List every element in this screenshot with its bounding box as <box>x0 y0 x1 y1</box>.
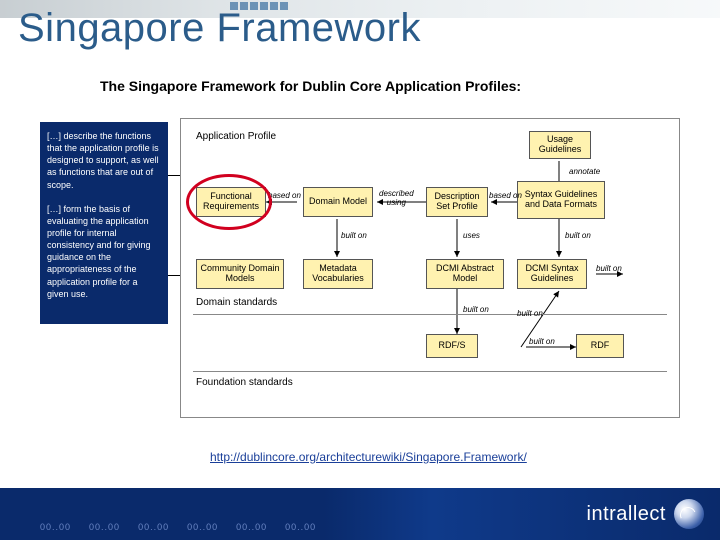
box-rdf: RDF <box>576 334 624 358</box>
rel-described-using: described using <box>379 189 414 207</box>
label-application-profile: Application Profile <box>196 131 276 142</box>
rel-built-on-5: built on <box>529 337 555 346</box>
framework-diagram: Application Profile Usage Guidelines ann… <box>180 118 680 418</box>
rel-uses: uses <box>463 231 480 240</box>
rel-based-on-2: based on <box>489 191 522 200</box>
box-community-domain-models: Community Domain Models <box>196 259 284 289</box>
box-functional-requirements: Functional Requirements <box>196 187 266 217</box>
sidebar-paragraph-1: […] describe the functions that the appl… <box>47 130 161 191</box>
box-usage-guidelines: Usage Guidelines <box>529 131 591 159</box>
box-syntax-guidelines: Syntax Guidelines and Data Formats <box>517 181 605 219</box>
box-dcmi-syntax-guidelines: DCMI Syntax Guidelines <box>517 259 587 289</box>
label-domain-standards: Domain standards <box>196 297 277 308</box>
box-description-set-profile: Description Set Profile <box>426 187 488 217</box>
label-foundation-standards: Foundation standards <box>196 377 293 388</box>
box-rdfs: RDF/S <box>426 334 478 358</box>
rel-annotate: annotate <box>569 167 600 176</box>
box-metadata-vocabularies: Metadata Vocabularies <box>303 259 373 289</box>
footer-bar: 00..0000..0000..0000..0000..0000..00 int… <box>0 488 720 540</box>
brand-logo: intrallect <box>587 499 704 529</box>
sidebar-note: […] describe the functions that the appl… <box>40 122 168 324</box>
box-domain-model: Domain Model <box>303 187 373 217</box>
source-url-link[interactable]: http://dublincore.org/architecturewiki/S… <box>210 450 527 464</box>
page-title: Singapore Framework <box>18 6 421 51</box>
brand-name: intrallect <box>587 503 666 526</box>
box-dcmi-abstract-model: DCMI Abstract Model <box>426 259 504 289</box>
rel-built-on-2: built on <box>565 231 591 240</box>
subtitle: The Singapore Framework for Dublin Core … <box>100 78 521 94</box>
sidebar-paragraph-2: […] form the basis of evaluating the app… <box>47 203 161 300</box>
brand-globe-icon <box>674 499 704 529</box>
rel-built-on-4b: built on <box>517 309 543 318</box>
divider-domain <box>193 314 667 315</box>
rel-built-on-1: built on <box>341 231 367 240</box>
rel-built-on-3: built on <box>596 264 622 273</box>
footer-decor-dashes: 00..0000..0000..0000..0000..0000..00 <box>40 522 316 532</box>
rel-built-on-4: built on <box>463 305 489 314</box>
rel-based-on-1: based on <box>268 191 301 200</box>
divider-foundation <box>193 371 667 372</box>
